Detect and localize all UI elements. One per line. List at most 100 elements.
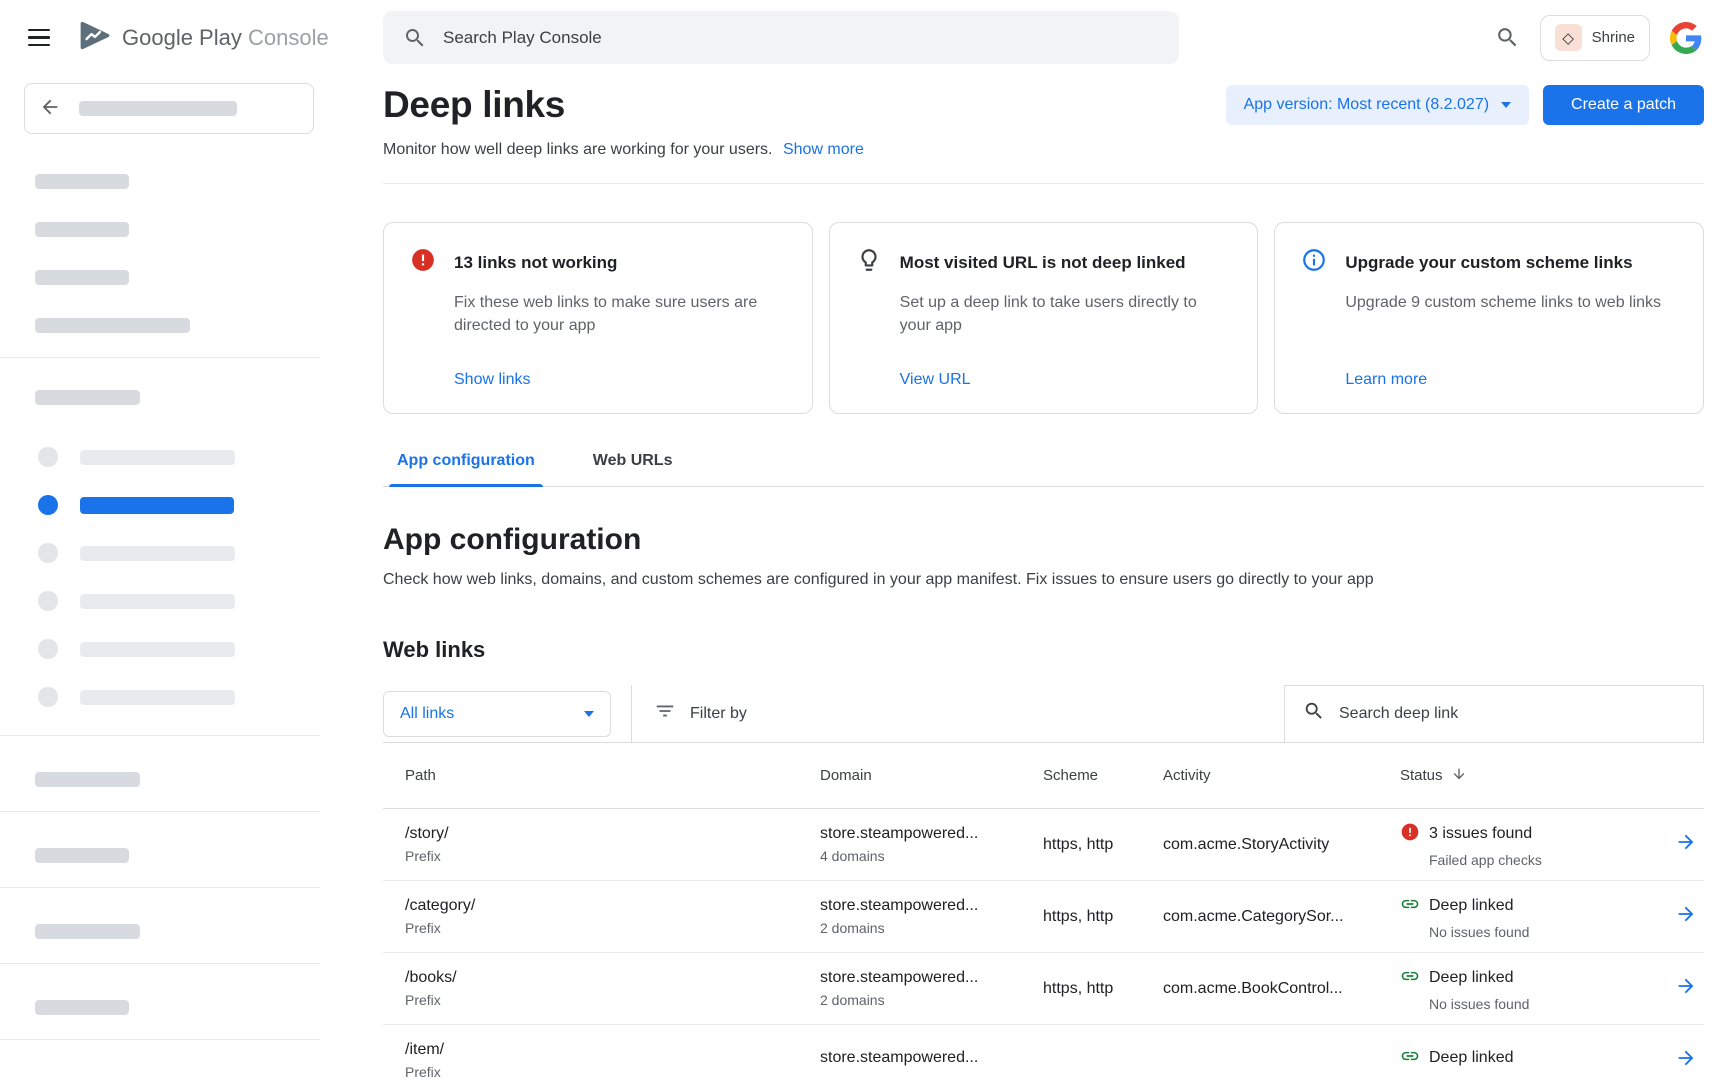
path-type: Prefix [405,992,820,1008]
skeleton-bar [35,390,140,405]
skeleton-bar [80,450,235,465]
error-icon [410,247,436,278]
global-search[interactable] [383,11,1179,64]
path-value: /item/ [405,1041,820,1059]
link-icon [1400,1046,1420,1071]
show-links-link[interactable]: Show links [454,371,786,389]
deep-link-search[interactable] [1284,685,1704,743]
tab-app-configuration[interactable]: App configuration [383,438,549,486]
skeleton-bar [35,772,140,787]
nav-item[interactable] [0,687,320,707]
back-button[interactable] [24,83,314,134]
column-activity: Activity [1163,767,1400,784]
open-row-icon[interactable] [1675,1047,1697,1074]
column-path: Path [405,767,820,784]
nav-item[interactable] [0,639,320,659]
divider [383,183,1704,184]
filter-icon [654,700,676,727]
learn-more-link[interactable]: Learn more [1345,371,1677,389]
shrine-app-icon: ◇ [1555,24,1582,51]
status-value: Deep linked [1429,969,1514,987]
path-value: /category/ [405,897,820,915]
table-header-row: Path Domain Scheme Activity Status [383,743,1704,809]
tab-bar: App configuration Web URLs [383,438,1704,487]
main-content: Deep links App version: Most recent (8.2… [320,75,1728,1080]
domain-value: store.steampowered... [820,1049,1043,1067]
skeleton-bar [35,222,129,237]
topbar-right: ◇ Shrine [1495,15,1728,61]
path-type: Prefix [405,920,820,936]
path-type: Prefix [405,1064,820,1080]
app-version-label: App version: Most recent (8.2.027) [1244,96,1489,114]
card-links-not-working: 13 links not working Fix these web links… [383,222,813,414]
column-status-label: Status [1400,767,1443,784]
skeleton-bar [35,1000,129,1015]
skeleton-bar-selected [80,497,234,514]
app-version-selector[interactable]: App version: Most recent (8.2.027) [1226,85,1529,125]
open-row-icon[interactable] [1675,975,1697,1002]
secondary-search-icon[interactable] [1495,25,1520,50]
skeleton-group [35,174,320,333]
table-row[interactable]: /category/Prefix store.steampowered...2 … [383,881,1704,953]
nav-item[interactable] [0,591,320,611]
nav-item[interactable] [0,447,320,467]
table-row[interactable]: /books/Prefix store.steampowered...2 dom… [383,953,1704,1025]
skeleton-bar [35,318,190,333]
status-value: 3 issues found [1429,825,1532,843]
activity-value: com.acme.StoryActivity [1163,836,1400,854]
filter-by-button[interactable]: Filter by [654,700,747,727]
deep-link-search-input[interactable] [1339,705,1685,723]
toolbar-divider [631,685,632,742]
card-title: Most visited URL is not deep linked [900,253,1186,273]
google-account-avatar[interactable] [1670,22,1702,54]
topbar-left: Google Play Console [0,20,383,56]
menu-icon[interactable] [28,29,50,47]
open-row-icon[interactable] [1675,903,1697,930]
logo-text-secondary: Console [248,25,329,50]
global-search-input[interactable] [443,28,1159,48]
link-icon [1400,894,1420,919]
domain-value: store.steampowered... [820,825,1043,843]
column-domain: Domain [820,767,1043,784]
show-more-link[interactable]: Show more [783,141,864,158]
nav-icon-placeholder [38,687,58,707]
activity-value: com.acme.BookControl... [1163,980,1400,998]
skeleton-bar [80,546,235,561]
card-title: Upgrade your custom scheme links [1345,253,1632,273]
links-filter-select[interactable]: All links [383,691,611,737]
tab-web-urls[interactable]: Web URLs [579,438,687,486]
card-upgrade-custom-schemes: Upgrade your custom scheme links Upgrade… [1274,222,1704,414]
column-status[interactable]: Status [1400,766,1667,786]
view-url-link[interactable]: View URL [900,371,1232,389]
skeleton-bar [80,690,235,705]
scheme-value: https, http [1043,980,1163,998]
nav-item-selected[interactable] [0,495,320,515]
play-console-logo[interactable]: Google Play Console [78,20,329,56]
sidebar-navigation [0,75,320,1080]
chevron-down-icon [584,711,594,717]
page-subtitle: Monitor how well deep links are working … [383,141,773,158]
app-switcher-button[interactable]: ◇ Shrine [1540,15,1650,61]
open-row-icon[interactable] [1675,831,1697,858]
chevron-down-icon [1501,102,1511,108]
search-icon [403,26,427,50]
status-detail: Failed app checks [1429,852,1667,868]
table-row[interactable]: /story/Prefix store.steampowered...4 dom… [383,809,1704,881]
column-scheme: Scheme [1043,767,1163,784]
sidebar-divider [0,735,320,736]
create-patch-button[interactable]: Create a patch [1543,85,1704,125]
logo-text-primary: Google Play [122,25,242,50]
nav-icon-placeholder [38,639,58,659]
play-triangle-icon [78,20,112,56]
domain-count: 2 domains [820,992,1043,1008]
path-type: Prefix [405,848,820,864]
scheme-value: https, http [1043,908,1163,926]
card-body: Upgrade 9 custom scheme links to web lin… [1345,291,1677,314]
card-most-visited-url: Most visited URL is not deep linked Set … [829,222,1259,414]
card-body: Set up a deep link to take users directl… [900,291,1232,337]
section-description: Check how web links, domains, and custom… [383,571,1704,589]
nav-item[interactable] [0,543,320,563]
sort-descending-icon [1451,766,1467,786]
arrow-back-icon [39,96,61,121]
table-row[interactable]: /item/Prefix store.steampowered... Deep … [383,1025,1704,1080]
